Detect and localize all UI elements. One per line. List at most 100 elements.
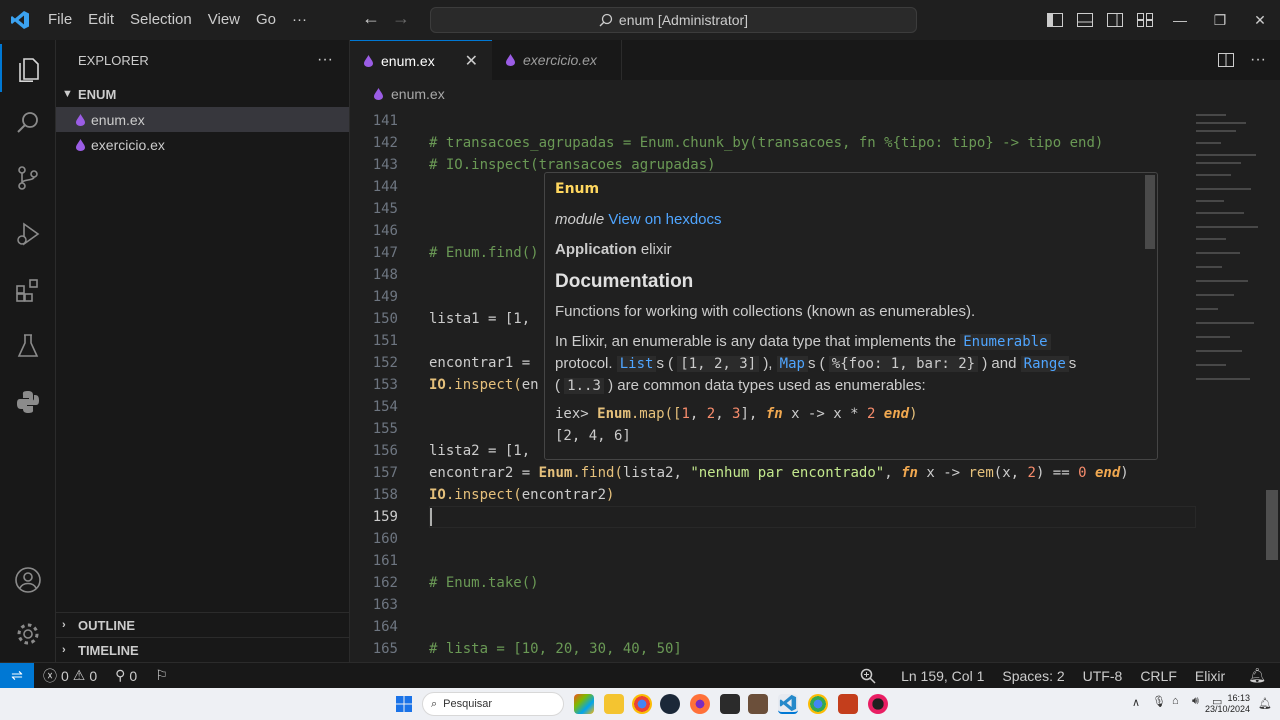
menu-file[interactable]: File <box>40 0 80 40</box>
terminal-icon[interactable] <box>720 694 740 714</box>
zoom-icon[interactable] <box>844 663 892 689</box>
elixir-file-icon <box>364 54 373 67</box>
language-mode[interactable]: Elixir <box>1186 663 1234 689</box>
microphone-icon[interactable]: 🎙︎ <box>1152 695 1166 708</box>
taskbar-search[interactable]: ⌕ Pesquisar <box>422 692 564 716</box>
back-arrow-icon[interactable]: ← <box>362 8 380 29</box>
notifications-icon[interactable]: 🔔︎ <box>1258 697 1272 710</box>
close-window-icon[interactable]: ✕ <box>1240 0 1280 40</box>
tab-label: enum.ex <box>381 52 435 69</box>
end-of-line[interactable]: CRLF <box>1131 663 1186 689</box>
code-text: .find( <box>572 465 623 481</box>
accounts-icon[interactable] <box>0 556 56 604</box>
app-icon[interactable] <box>868 694 888 714</box>
menu-edit[interactable]: Edit <box>80 0 122 40</box>
menu-selection[interactable]: Selection <box>122 0 200 40</box>
encoding[interactable]: UTF-8 <box>1074 663 1132 689</box>
explorer-icon[interactable] <box>0 44 56 92</box>
run-debug-icon[interactable] <box>0 210 56 258</box>
code-text: "nenhum par encontrado" <box>690 465 885 481</box>
toggle-panel-icon[interactable] <box>1070 0 1100 40</box>
line-number: 149 <box>372 289 398 305</box>
search-icon: ⌕ <box>431 697 438 710</box>
outline-section[interactable]: › OUTLINE <box>56 612 350 637</box>
folder-label: ENUM <box>78 86 117 102</box>
show-hidden-icons-icon[interactable]: ∧ <box>1132 696 1140 709</box>
map-link[interactable]: Map <box>776 356 808 372</box>
widgets-icon[interactable] <box>574 694 594 714</box>
hover-title: Enum <box>555 181 600 197</box>
inline-code: [1, 2, 3] <box>677 356 760 372</box>
app-icon[interactable] <box>748 694 768 714</box>
problems-indicator[interactable]: ⓧ 0 ⚠ 0 <box>34 663 106 689</box>
folder-enum[interactable]: ▼ ENUM <box>56 81 349 107</box>
enumerable-link[interactable]: Enumerable <box>960 334 1051 350</box>
tab-enum-ex[interactable]: enum.ex ✕ <box>350 40 492 80</box>
extensions-icon[interactable] <box>0 266 56 314</box>
chrome-icon[interactable] <box>632 694 652 714</box>
inline-code: 1..3 <box>564 378 604 394</box>
line-number: 150 <box>372 311 398 327</box>
notifications-bell-icon[interactable]: 🔔︎ <box>1234 663 1280 689</box>
timeline-section[interactable]: › TIMELINE <box>56 637 350 662</box>
code-text: Enum <box>538 465 573 481</box>
file-exercicio-ex[interactable]: exercicio.ex <box>56 132 349 157</box>
editor-more-actions-icon[interactable]: ··· <box>1250 51 1266 69</box>
volume-icon[interactable]: 🔊︎ <box>1192 695 1199 708</box>
explorer-more-actions-icon[interactable]: ··· <box>317 51 333 69</box>
file-enum-ex[interactable]: enum.ex <box>56 107 349 132</box>
search-icon[interactable] <box>0 98 56 146</box>
hover-scrollbar[interactable] <box>1145 175 1155 249</box>
inline-code: %{foo: 1, bar: 2} <box>828 356 979 372</box>
view-on-hexdocs-link[interactable]: View on hexdocs <box>608 211 721 228</box>
minimap[interactable] <box>1196 108 1266 662</box>
toggle-secondary-sidebar-icon[interactable] <box>1100 0 1130 40</box>
code-text: lista2 <box>622 465 674 481</box>
menu-go[interactable]: Go <box>248 0 284 40</box>
vertical-scrollbar[interactable] <box>1266 490 1278 560</box>
customize-layout-icon[interactable] <box>1130 0 1160 40</box>
indentation[interactable]: Spaces: 2 <box>993 663 1073 689</box>
settings-gear-icon[interactable] <box>0 610 56 658</box>
debug-icon[interactable]: ⚐ <box>146 663 177 689</box>
firefox-icon[interactable] <box>690 694 710 714</box>
remote-indicator-icon[interactable]: ⇌ <box>0 662 34 689</box>
current-line: 159 <box>350 506 1200 528</box>
example-text: 2 <box>706 406 716 422</box>
python-icon[interactable] <box>0 378 56 426</box>
line-number: 155 <box>372 421 398 437</box>
testing-icon[interactable] <box>0 322 56 370</box>
code-text: x -> <box>917 465 969 481</box>
split-editor-icon[interactable] <box>1218 53 1235 67</box>
close-icon[interactable]: ✕ <box>465 51 478 71</box>
windows-start-icon[interactable] <box>396 696 412 712</box>
vscode-taskbar-icon[interactable] <box>778 694 798 714</box>
tab-exercicio-ex[interactable]: exercicio.ex <box>492 40 622 80</box>
powerpoint-icon[interactable] <box>838 694 858 714</box>
source-control-icon[interactable] <box>0 154 56 202</box>
command-center-search[interactable]: enum [Administrator] <box>430 7 917 33</box>
chevron-down-icon: ▼ <box>62 88 73 100</box>
chrome-profile-icon[interactable] <box>808 694 828 714</box>
file-explorer-icon[interactable] <box>604 694 624 714</box>
forward-arrow-icon[interactable]: → <box>392 8 410 29</box>
list-link[interactable]: List <box>616 356 657 372</box>
file-label: exercicio.ex <box>91 136 165 153</box>
network-icon[interactable]: ⌂ <box>1172 695 1179 707</box>
code-text: encontrar2 <box>521 487 607 503</box>
ports-indicator[interactable]: ⚲ 0 <box>106 663 146 689</box>
restore-icon[interactable]: ❐ <box>1200 0 1240 40</box>
toggle-primary-sidebar-icon[interactable] <box>1040 0 1070 40</box>
steam-icon[interactable] <box>660 694 680 714</box>
code-text: rem <box>968 465 994 481</box>
cursor-position[interactable]: Ln 159, Col 1 <box>892 663 993 689</box>
menu-view[interactable]: View <box>200 0 248 40</box>
range-link[interactable]: Range <box>1020 356 1069 372</box>
line-number: 165 <box>372 641 398 657</box>
taskbar-clock[interactable]: 16:13 23/10/2024 <box>1205 693 1250 715</box>
radio-tower-icon: ⚲ <box>115 667 126 683</box>
line-number: 152 <box>372 355 398 371</box>
more-menu-icon[interactable]: ··· <box>284 0 315 40</box>
breadcrumb-file[interactable]: enum.ex <box>391 86 445 102</box>
minimize-icon[interactable]: — <box>1160 0 1200 40</box>
